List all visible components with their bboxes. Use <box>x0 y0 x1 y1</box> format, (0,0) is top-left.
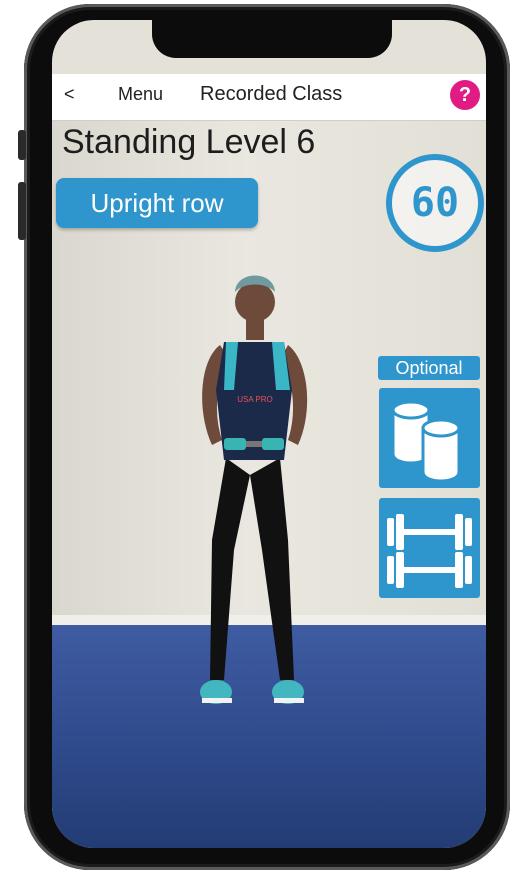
cans-icon <box>391 400 461 483</box>
class-title: Standing Level 6 <box>62 123 316 161</box>
shirt-logo: USA PRO <box>237 395 273 404</box>
menu-button[interactable]: Menu <box>118 84 163 105</box>
countdown-timer: 60 <box>386 154 484 252</box>
phone-screen: USA PRO < Menu Recorded Class ? Standing… <box>52 20 486 848</box>
page-title: Recorded Class <box>200 83 343 105</box>
top-navigation-bar: < Menu Recorded Class ? <box>52 74 486 121</box>
dumbbells-icon <box>387 514 472 588</box>
exercise-button[interactable]: Upright row <box>56 178 258 228</box>
help-icon[interactable]: ? <box>450 80 480 110</box>
phone-mute-switch <box>18 130 26 160</box>
timer-value: 60 <box>410 180 460 226</box>
cans-button[interactable] <box>379 388 480 488</box>
optional-label: Optional <box>378 356 480 380</box>
phone-volume-button <box>18 182 26 240</box>
dumbbells-button[interactable] <box>379 498 480 598</box>
phone-notch <box>152 20 392 58</box>
back-button[interactable]: < <box>64 84 75 105</box>
